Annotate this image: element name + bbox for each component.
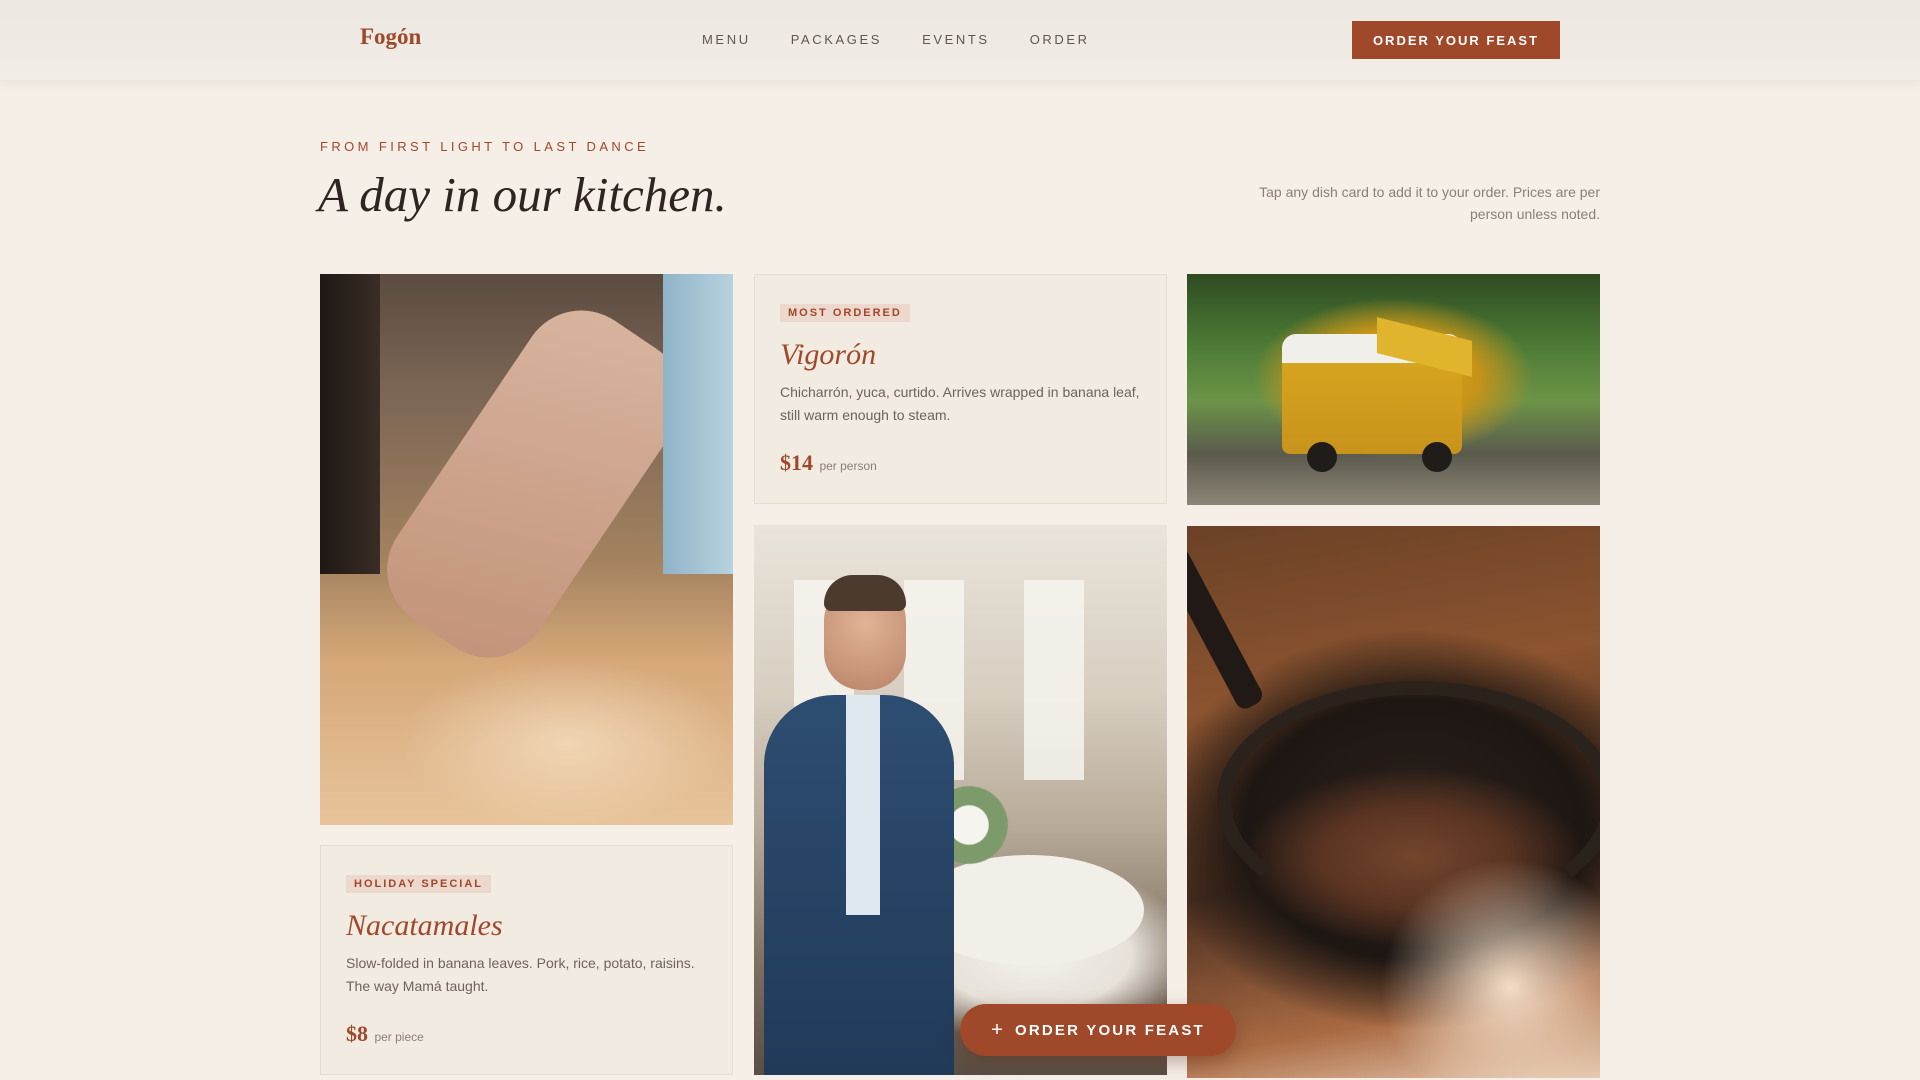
top-navigation-bar: Fogón MENU PACKAGES EVENTS ORDER ORDER Y…: [0, 0, 1920, 80]
floating-order-button[interactable]: + ORDER YOUR FEAST: [960, 1004, 1236, 1056]
dish-card-vigoron[interactable]: MOST ORDERED Vigorón Chicharrón, yuca, c…: [754, 274, 1167, 504]
nav-link-events[interactable]: EVENTS: [922, 32, 990, 47]
clay-pot-photo: [1187, 526, 1600, 1078]
order-your-feast-button[interactable]: ORDER YOUR FEAST: [1352, 21, 1560, 59]
dough-shaping-photo: [320, 274, 733, 825]
dish-name: Nacatamales: [346, 909, 503, 942]
photo-detail: [663, 274, 733, 574]
dish-price: $14: [780, 450, 813, 475]
page-title: A day in our kitchen.: [318, 167, 727, 222]
event-host-photo: [754, 525, 1167, 1075]
nav-link-packages[interactable]: PACKAGES: [791, 32, 882, 47]
dish-card-nacatamales[interactable]: HOLIDAY SPECIAL Nacatamales Slow-folded …: [320, 845, 733, 1075]
nav-link-menu[interactable]: MENU: [702, 32, 751, 47]
price-unit: per person: [819, 459, 877, 473]
photo-detail: [824, 575, 906, 611]
most-ordered-badge: MOST ORDERED: [780, 304, 910, 322]
photo-detail: [846, 695, 880, 915]
photo-detail: [1380, 858, 1600, 1078]
instructions-text: Tap any dish card to add it to your orde…: [1259, 184, 1600, 222]
photo-detail: [1422, 442, 1452, 472]
dish-name: Vigorón: [780, 338, 877, 371]
dish-description: Chicharrón, yuca, curtido. Arrives wrapp…: [780, 384, 1140, 423]
price-row: $14 per person: [780, 450, 1141, 476]
photo-detail: [1187, 539, 1266, 713]
nav-link-order[interactable]: ORDER: [1030, 32, 1090, 47]
price-row: $8 per piece: [346, 1021, 707, 1047]
dish-price: $8: [346, 1021, 368, 1046]
price-unit: per piece: [374, 1030, 424, 1044]
floating-order-label: ORDER YOUR FEAST: [1014, 1021, 1205, 1039]
photo-detail: [1307, 442, 1337, 472]
photo-detail: [1024, 580, 1084, 780]
main-nav: MENU PACKAGES EVENTS ORDER: [702, 32, 1090, 47]
dish-description: Slow-folded in banana leaves. Pork, rice…: [346, 955, 695, 994]
holiday-special-badge: HOLIDAY SPECIAL: [346, 875, 492, 893]
photo-detail: [320, 274, 380, 574]
food-truck-photo: [1187, 274, 1600, 505]
photo-detail: [363, 287, 707, 681]
plus-icon: +: [991, 1019, 1005, 1041]
section-eyebrow: FROM FIRST LIGHT TO LAST DANCE: [320, 139, 650, 154]
brand-logo[interactable]: Fogón: [360, 24, 421, 50]
